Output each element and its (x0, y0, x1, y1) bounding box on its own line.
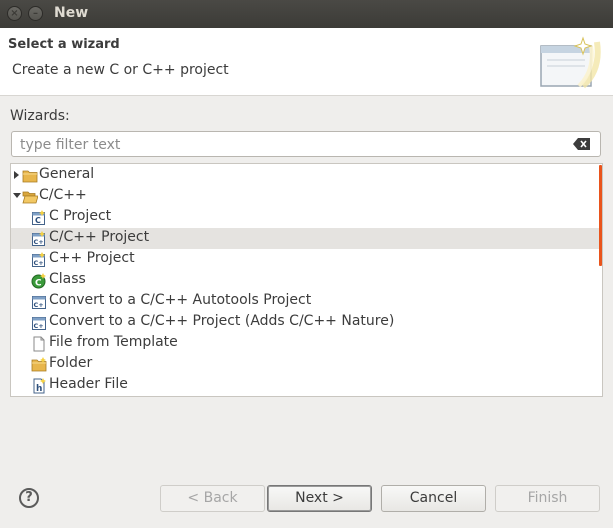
folder-open-icon (22, 191, 38, 204)
window-close-button[interactable]: × (7, 6, 22, 21)
tree-item-convert-nature[interactable]: C+ Convert to a C/C++ Project (Adds C/C+… (11, 312, 599, 333)
tree-item-c-cpp-project[interactable]: C+ C/C++ Project (11, 228, 599, 249)
convert-project-icon: C+ (32, 317, 46, 330)
tree-item-header-file[interactable]: h Header File (11, 375, 599, 396)
c-project-icon: C (32, 210, 45, 225)
wizard-header: Select a wizard Create a new C or C++ pr… (0, 28, 613, 96)
filter-input[interactable] (18, 134, 562, 156)
tree-item-class[interactable]: C Class (11, 270, 599, 291)
header-description: Create a new C or C++ project (12, 62, 229, 78)
tree-scrollbar[interactable] (599, 165, 602, 266)
filter-field[interactable] (11, 131, 601, 157)
class-icon: C (31, 273, 46, 289)
clear-filter-icon[interactable] (573, 138, 591, 150)
tree-item-label: File from Template (49, 334, 178, 350)
tree-item-c-cpp[interactable]: C/C++ (11, 186, 599, 207)
file-icon (33, 336, 45, 352)
window-minimize-button[interactable]: – (28, 6, 43, 21)
new-wizard-banner-icon (540, 36, 601, 89)
cancel-button[interactable]: Cancel (381, 485, 486, 512)
svg-text:C+: C+ (34, 259, 44, 267)
tree-item-label: C Project (49, 208, 112, 224)
tree-item-label: Header File (49, 376, 128, 392)
folder-icon (31, 357, 47, 372)
svg-text:C+: C+ (34, 238, 44, 246)
next-button[interactable]: Next > (267, 485, 372, 512)
finish-button[interactable]: Finish (495, 485, 600, 512)
svg-text:C: C (35, 279, 42, 289)
expand-arrow-icon[interactable] (13, 171, 21, 179)
svg-text:C: C (35, 216, 41, 225)
tree-item-label: Convert to a C/C++ Project (Adds C/C++ N… (49, 313, 395, 329)
tree-item-folder[interactable]: Folder (11, 354, 599, 375)
tree-item-label: Convert to a C/C++ Autotools Project (49, 292, 312, 308)
folder-icon (22, 170, 38, 183)
help-button[interactable]: ? (19, 488, 39, 508)
svg-text:C+: C+ (34, 322, 44, 330)
tree-item-file-from-template[interactable]: File from Template (11, 333, 599, 354)
tree-item-label: General (39, 166, 95, 182)
tree-item-label: C/C++ Project (49, 229, 150, 245)
convert-project-icon: C+ (32, 296, 46, 309)
title-bar: × – New (0, 0, 613, 28)
tree-item-cpp-project[interactable]: C+ C++ Project (11, 249, 599, 270)
header-title: Select a wizard (8, 37, 120, 52)
tree-item-general[interactable]: General (11, 165, 599, 186)
cpp-project-icon: C+ (32, 252, 45, 267)
back-button[interactable]: < Back (160, 485, 265, 512)
tree-item-c-project[interactable]: C C Project (11, 207, 599, 228)
tree-item-label: Class (49, 271, 86, 287)
tree-item-convert-autotools[interactable]: C+ Convert to a C/C++ Autotools Project (11, 291, 599, 312)
tree-item-label: C/C++ (39, 187, 87, 203)
window-title: New (54, 5, 89, 21)
svg-text:C+: C+ (34, 301, 44, 309)
wizard-tree[interactable]: General C/C++ C C Project C+ C/C++ Proje… (10, 163, 603, 397)
header-file-icon: h (33, 378, 46, 394)
cpp-project-icon: C+ (32, 231, 45, 246)
svg-text:h: h (36, 384, 42, 394)
wizards-label: Wizards: (10, 108, 70, 124)
collapse-arrow-icon[interactable] (13, 192, 21, 200)
tree-item-label: C++ Project (49, 250, 135, 266)
tree-item-label: Folder (49, 355, 93, 371)
